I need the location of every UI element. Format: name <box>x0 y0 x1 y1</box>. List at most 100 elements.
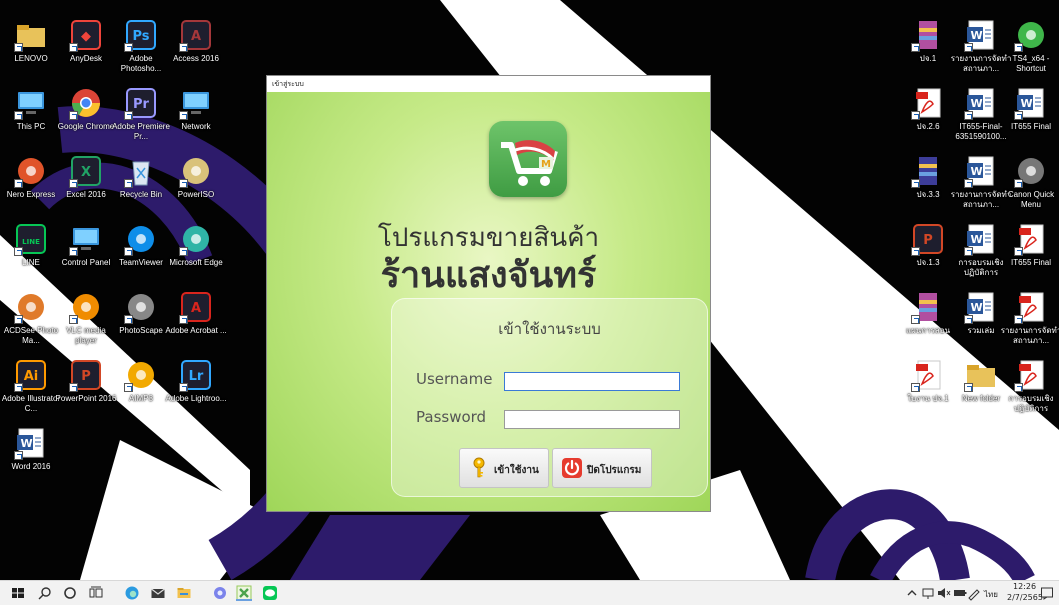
shortcut-arrow-icon <box>14 451 23 460</box>
pdf-icon <box>911 86 945 120</box>
desktop-shortcut[interactable]: Network <box>165 82 227 152</box>
desktop-shortcut[interactable]: Canon Quick Menu <box>1000 150 1059 220</box>
taskbar: ไทย 12:26 2/7/2565 <box>0 580 1059 605</box>
desktop-shortcut-label: AIMP3 <box>128 394 153 403</box>
username-input[interactable] <box>504 372 680 391</box>
desktop-shortcut[interactable]: ◆ AnyDesk <box>55 14 117 84</box>
shortcut-arrow-icon <box>179 111 188 120</box>
word-doc-icon: W <box>964 18 998 52</box>
shortcut-arrow-icon <box>14 247 23 256</box>
task-view-icon[interactable] <box>88 585 104 601</box>
svg-text:W: W <box>21 437 33 450</box>
start-windows-icon[interactable] <box>10 585 26 601</box>
powerpoint-icon: P <box>69 358 103 392</box>
desktop-shortcut[interactable]: A Adobe Acrobat ... <box>165 286 227 356</box>
exit-button[interactable]: ปิดโปรแกรม <box>552 448 652 488</box>
premiere-icon: Pr <box>124 86 158 120</box>
desktop-shortcut-label: Microsoft Edge <box>169 258 223 267</box>
clock-time[interactable]: 12:26 <box>1013 582 1036 591</box>
desktop-shortcut[interactable]: A Access 2016 <box>165 14 227 84</box>
svg-text:A: A <box>191 29 201 44</box>
desktop-shortcut-label: LENOVO <box>14 54 48 63</box>
desktop-shortcut[interactable]: Recycle Bin <box>110 150 172 220</box>
desktop-shortcut[interactable]: W Word 2016 <box>0 422 62 492</box>
pdf-thumb-icon <box>1014 290 1048 324</box>
desktop-shortcut[interactable]: P PowerPoint 2016 <box>55 354 117 424</box>
line-icon: LINE <box>14 222 48 256</box>
shortcut-arrow-icon <box>1014 315 1023 324</box>
file-explorer-icon[interactable] <box>176 585 192 601</box>
cortana-icon[interactable] <box>62 585 78 601</box>
desktop-shortcut[interactable]: AIMP3 <box>110 354 172 424</box>
canon-icon <box>1014 154 1048 188</box>
desktop-shortcut[interactable]: W IT655 Final <box>1000 82 1059 152</box>
desktop-shortcut[interactable]: VLC media player <box>55 286 117 356</box>
desktop-shortcut-label: รายงานการจัดทำสถานภา... <box>1000 326 1059 345</box>
shortcut-arrow-icon <box>911 179 920 188</box>
excel-icon: X <box>69 154 103 188</box>
shortcut-arrow-icon <box>1014 43 1023 52</box>
edge-taskbar-icon[interactable] <box>124 585 140 601</box>
desktop-shortcut[interactable]: LINE LINE <box>0 218 62 288</box>
pen-ink-icon[interactable] <box>966 585 982 601</box>
photoscape-icon <box>124 290 158 324</box>
desktop-shortcut[interactable]: PowerISO <box>165 150 227 220</box>
desktop-shortcut[interactable]: รายงานการจัดทำสถานภา... <box>1000 286 1059 356</box>
desktop-shortcut[interactable]: ACDSee Photo Ma... <box>0 286 62 356</box>
pdf-icon <box>911 358 945 392</box>
shortcut-arrow-icon <box>124 383 133 392</box>
shortcut-arrow-icon <box>1014 383 1023 392</box>
desktop-shortcut[interactable]: IT655 Final <box>1000 218 1059 288</box>
shortcut-arrow-icon <box>1014 247 1023 256</box>
line-taskbar-icon[interactable] <box>262 585 278 601</box>
desktop-shortcut[interactable]: This PC <box>0 82 62 152</box>
mail-icon[interactable] <box>150 585 166 601</box>
desktop-shortcut[interactable]: Google Chrome <box>55 82 117 152</box>
svg-text:W: W <box>1021 97 1033 110</box>
show-hidden-icons-icon[interactable] <box>904 585 920 601</box>
poweriso-icon <box>179 154 213 188</box>
app-taskbar-icon[interactable] <box>236 585 252 601</box>
shortcut-arrow-icon <box>69 247 78 256</box>
svg-text:Pr: Pr <box>133 97 150 112</box>
shortcut-arrow-icon <box>124 43 133 52</box>
volume-icon[interactable] <box>936 585 952 601</box>
vlc-icon <box>69 290 103 324</box>
shortcut-arrow-icon <box>911 111 920 120</box>
svg-text:Ps: Ps <box>132 29 149 44</box>
teams-icon[interactable] <box>212 585 228 601</box>
desktop-shortcut[interactable]: การอบรมเชิงปฏิบัติการ <box>1000 354 1059 424</box>
shortcut-arrow-icon <box>911 383 920 392</box>
language-indicator[interactable]: ไทย <box>984 588 998 601</box>
desktop-shortcut[interactable]: Pr Adobe Premiere Pr... <box>110 82 172 152</box>
sims-icon <box>1014 18 1048 52</box>
desktop-shortcut[interactable]: Nero Express <box>0 150 62 220</box>
desktop-shortcut[interactable]: Microsoft Edge <box>165 218 227 288</box>
window-titlebar[interactable]: เข้าสู่ระบบ <box>267 76 710 92</box>
desktop-shortcut[interactable]: X Excel 2016 <box>55 150 117 220</box>
winrar-icon <box>911 18 945 52</box>
svg-text:W: W <box>971 233 983 246</box>
login-button[interactable]: เข้าใช้งาน <box>459 448 549 488</box>
desktop-shortcut[interactable]: LENOVO <box>0 14 62 84</box>
lightroom-icon: Lr <box>179 358 213 392</box>
word-doc-icon: W <box>1014 86 1048 120</box>
desktop-shortcut[interactable]: PhotoScape <box>110 286 172 356</box>
password-input[interactable] <box>504 410 680 429</box>
svg-text:A: A <box>191 301 201 316</box>
desktop-shortcut[interactable]: TS4_x64 - Shortcut <box>1000 14 1059 84</box>
shortcut-arrow-icon <box>14 383 23 392</box>
desktop-shortcut[interactable]: Control Panel <box>55 218 117 288</box>
desktop-shortcut[interactable]: Lr Adobe Lightroo... <box>165 354 227 424</box>
shortcut-arrow-icon <box>179 179 188 188</box>
clock-date[interactable]: 2/7/2565 <box>1007 593 1043 602</box>
search-icon[interactable] <box>37 585 53 601</box>
shopping-cart-logo-icon: M <box>489 121 567 197</box>
desktop-shortcut[interactable]: Ai Adobe Illustrator C... <box>0 354 62 424</box>
shortcut-arrow-icon <box>911 315 920 324</box>
notification-icon[interactable] <box>1039 585 1055 601</box>
network-status-icon[interactable] <box>920 585 936 601</box>
login-panel: เข้าใช้งานระบบ Username Password เข้าใช้… <box>391 298 708 497</box>
desktop-shortcut[interactable]: Ps Adobe Photosho... <box>110 14 172 84</box>
desktop-shortcut[interactable]: TeamViewer <box>110 218 172 288</box>
